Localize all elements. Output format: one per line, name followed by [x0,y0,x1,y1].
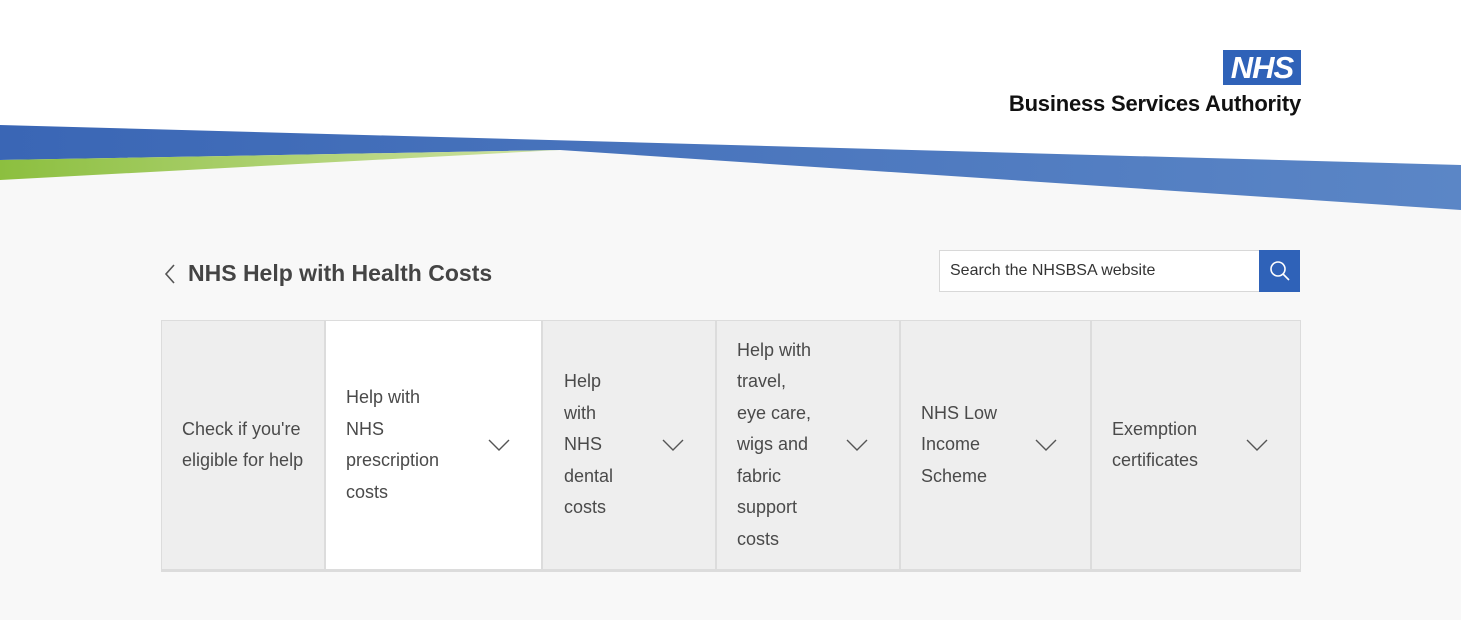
search-input[interactable] [939,250,1259,292]
nav-tab-label: Help with NHS prescription costs [346,387,440,502]
nav-tab-label: Check if you're eligible for help [182,418,304,471]
nhsbsa-logo[interactable]: NHS Business Services Authority [1009,50,1301,117]
nav-tab-label: Exemption certificates [1112,418,1199,471]
nav-tab-dental-costs[interactable]: Help with NHS dental costs [543,321,717,569]
main-navigation: Check if you're eligible for help Help w… [161,320,1301,572]
nav-tab-label: Help with travel, eye care, wigs and fab… [737,339,812,549]
nav-tab-label: Help with NHS dental costs [564,371,614,518]
nav-tab-prescription-costs[interactable]: Help with NHS prescription costs [326,321,543,569]
organisation-name: Business Services Authority [1008,91,1301,116]
nav-tab-exemption-certificates[interactable]: Exemption certificates [1092,321,1300,569]
chevron-down-icon [846,439,868,451]
chevron-down-icon [1246,439,1268,451]
page-title: NHS Help with Health Costs [188,260,493,286]
site-header: NHS Business Services Authority [0,0,1461,220]
nav-tab-low-income-scheme[interactable]: NHS Low Income Scheme [901,321,1092,569]
chevron-down-icon [488,439,510,451]
nav-tab-check-eligibility[interactable]: Check if you're eligible for help [162,321,326,569]
nav-tab-travel-eye-wigs-costs[interactable]: Help with travel, eye care, wigs and fab… [717,321,901,569]
page: NHS Business Services Authority NHS Help… [0,0,1461,620]
nhs-logo-mark: NHS [1223,50,1301,85]
chevron-down-icon [1035,439,1057,451]
nav-tab-label: NHS Low Income Scheme [921,402,998,486]
search-button[interactable] [1259,250,1300,292]
chevron-down-icon [662,439,684,451]
chevron-left-icon [164,263,175,284]
search-form [939,250,1300,292]
back-link[interactable]: NHS Help with Health Costs [162,260,492,287]
search-icon [1269,261,1290,281]
